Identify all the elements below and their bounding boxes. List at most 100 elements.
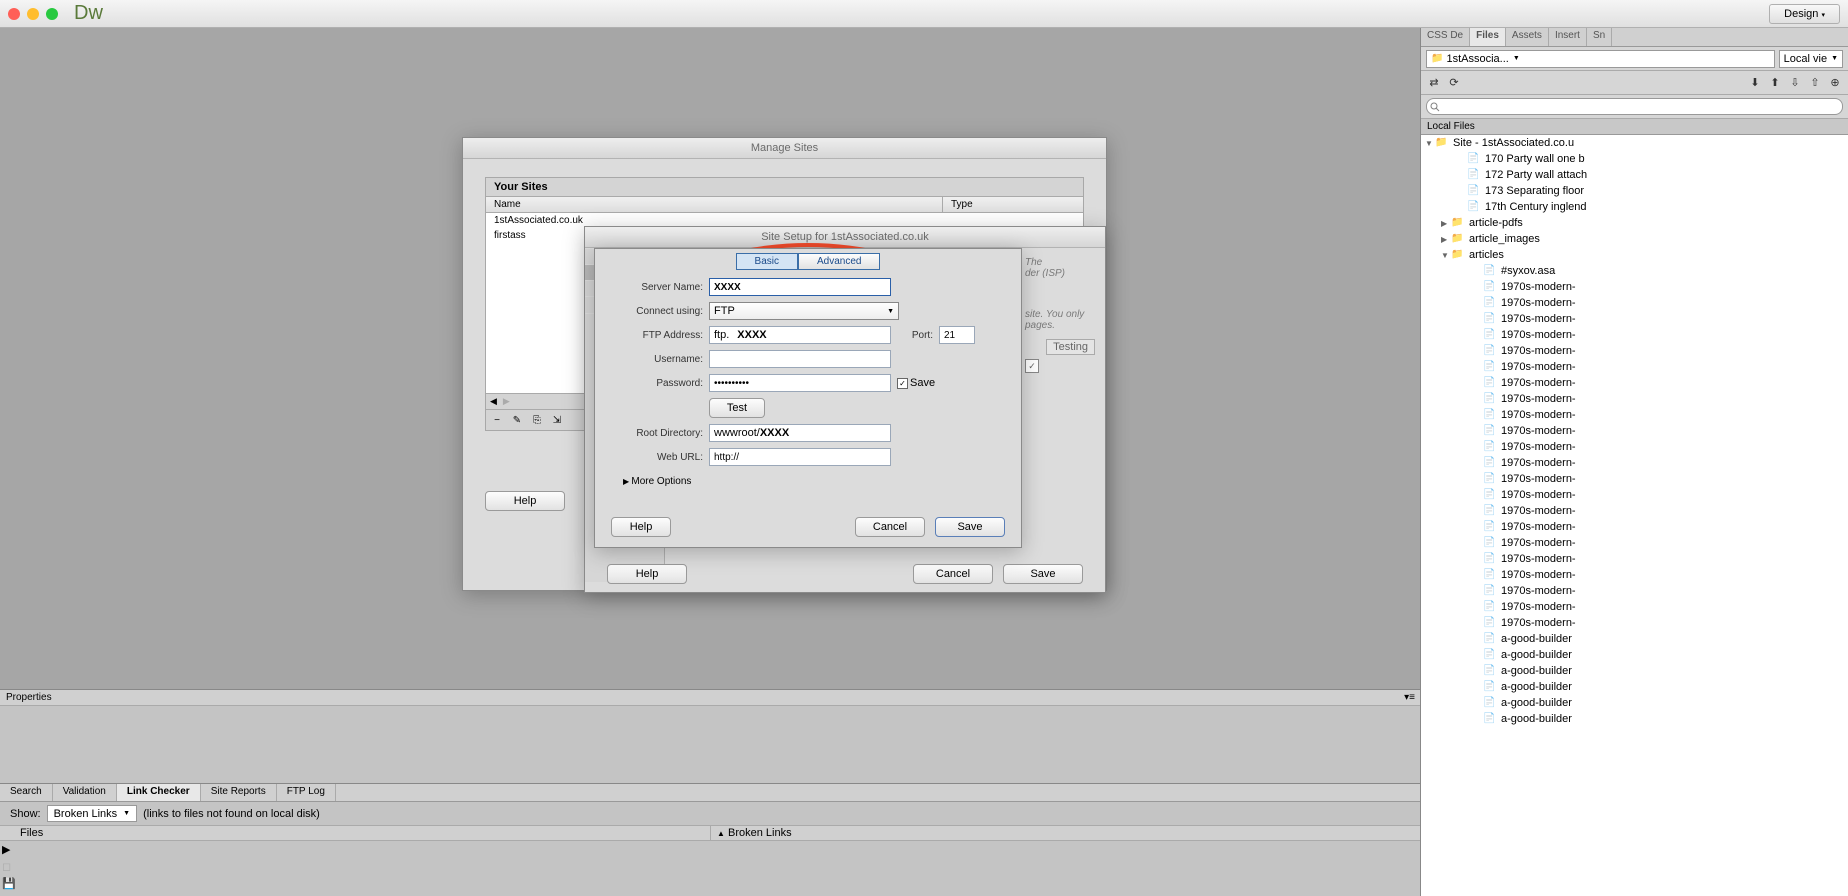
tab-snippets[interactable]: Sn: [1587, 28, 1612, 46]
tab-basic[interactable]: Basic: [736, 253, 798, 270]
get-icon[interactable]: ⬇: [1747, 75, 1763, 91]
tree-item[interactable]: 📄17th Century inglend: [1421, 199, 1848, 215]
tree-item[interactable]: 📄1970s-modern-: [1421, 391, 1848, 407]
password-input[interactable]: [709, 374, 891, 392]
checkin-icon[interactable]: ⇧: [1807, 75, 1823, 91]
tree-item[interactable]: 📄1970s-modern-: [1421, 567, 1848, 583]
properties-title: Properties: [0, 690, 1420, 706]
tree-item[interactable]: 📄a-good-builder: [1421, 647, 1848, 663]
tree-item[interactable]: 📄1970s-modern-: [1421, 551, 1848, 567]
tree-item[interactable]: 📄a-good-builder: [1421, 711, 1848, 727]
test-button[interactable]: Test: [709, 398, 765, 418]
col-type[interactable]: Type: [943, 197, 1083, 212]
setup-cancel-button[interactable]: Cancel: [913, 564, 993, 584]
tab-assets[interactable]: Assets: [1506, 28, 1549, 46]
tree-item[interactable]: 📄a-good-builder: [1421, 663, 1848, 679]
tree-item[interactable]: 📄1970s-modern-: [1421, 311, 1848, 327]
setup-help-button[interactable]: Help: [607, 564, 687, 584]
tab-site-reports[interactable]: Site Reports: [201, 784, 277, 801]
tree-item[interactable]: 📄1970s-modern-: [1421, 519, 1848, 535]
tab-search[interactable]: Search: [0, 784, 53, 801]
tab-validation[interactable]: Validation: [53, 784, 117, 801]
setup-save-button[interactable]: Save: [1003, 564, 1083, 584]
col-name[interactable]: Name: [486, 197, 943, 212]
url-input[interactable]: [709, 448, 891, 466]
edit-site-icon[interactable]: ✎: [508, 412, 526, 428]
connect-dropdown[interactable]: FTP: [709, 302, 899, 320]
col-broken[interactable]: ▲ Broken Links: [710, 826, 1420, 840]
filter-input[interactable]: [1426, 98, 1843, 115]
tree-item[interactable]: ▶📁article-pdfs: [1421, 215, 1848, 231]
zoom-window-icon[interactable]: [46, 8, 58, 20]
show-dropdown[interactable]: Broken Links: [47, 805, 138, 822]
tree-item[interactable]: 📄a-good-builder: [1421, 679, 1848, 695]
tab-insert[interactable]: Insert: [1549, 28, 1587, 46]
tab-ftp-log[interactable]: FTP Log: [277, 784, 336, 801]
tree-item[interactable]: 📄173 Separating floor: [1421, 183, 1848, 199]
username-input[interactable]: [709, 350, 891, 368]
tree-item[interactable]: 📄1970s-modern-: [1421, 503, 1848, 519]
tree-item[interactable]: ▼📁Site - 1stAssociated.co.u: [1421, 135, 1848, 151]
tree-item[interactable]: 📄1970s-modern-: [1421, 343, 1848, 359]
tree-item[interactable]: 📄1970s-modern-: [1421, 455, 1848, 471]
tree-item[interactable]: ▼📁articles: [1421, 247, 1848, 263]
root-input[interactable]: wwwroot/ XXXX: [709, 424, 891, 442]
put-icon[interactable]: ⬆: [1767, 75, 1783, 91]
tree-item[interactable]: 📄1970s-modern-: [1421, 487, 1848, 503]
server-cancel-button[interactable]: Cancel: [855, 517, 925, 537]
tab-link-checker[interactable]: Link Checker: [117, 784, 201, 801]
tree-item[interactable]: 📄1970s-modern-: [1421, 599, 1848, 615]
panel-menu-icon[interactable]: ▾≡: [1404, 692, 1415, 703]
help-button[interactable]: Help: [485, 491, 565, 511]
connect-icon[interactable]: ⇄: [1426, 75, 1442, 91]
tree-item[interactable]: 📄a-good-builder: [1421, 695, 1848, 711]
tab-files[interactable]: Files: [1470, 28, 1506, 46]
testing-checkbox[interactable]: ✓: [1025, 359, 1039, 373]
server-save-button[interactable]: Save: [935, 517, 1005, 537]
tree-item[interactable]: 📄1970s-modern-: [1421, 375, 1848, 391]
tab-css[interactable]: CSS De: [1421, 28, 1470, 46]
tree-item[interactable]: 📄1970s-modern-: [1421, 295, 1848, 311]
tree-item[interactable]: 📄1970s-modern-: [1421, 407, 1848, 423]
tree-item[interactable]: 📄1970s-modern-: [1421, 327, 1848, 343]
sync-icon[interactable]: ⊕: [1827, 75, 1843, 91]
workspace-dropdown[interactable]: Design ▾: [1769, 4, 1840, 24]
site-dropdown[interactable]: 📁 1stAssocia...: [1426, 50, 1775, 68]
tree-item[interactable]: 📄1970s-modern-: [1421, 583, 1848, 599]
tree-item[interactable]: ▶📁article_images: [1421, 231, 1848, 247]
more-options-toggle[interactable]: More Options: [623, 476, 1007, 487]
tree-item[interactable]: 📄1970s-modern-: [1421, 439, 1848, 455]
minimize-window-icon[interactable]: [27, 8, 39, 20]
tree-item[interactable]: 📄1970s-modern-: [1421, 423, 1848, 439]
tree-item[interactable]: 📄170 Party wall one b: [1421, 151, 1848, 167]
close-window-icon[interactable]: [8, 8, 20, 20]
delete-site-icon[interactable]: −: [488, 412, 506, 428]
tree-item[interactable]: 📄a-good-builder: [1421, 631, 1848, 647]
tab-advanced[interactable]: Advanced: [798, 253, 880, 270]
play-icon[interactable]: ▶: [2, 843, 12, 856]
scroll-left-icon[interactable]: ◀: [490, 396, 497, 407]
tree-item[interactable]: 📄172 Party wall attach: [1421, 167, 1848, 183]
duplicate-site-icon[interactable]: ⎘: [528, 412, 546, 428]
tree-item[interactable]: 📄1970s-modern-: [1421, 615, 1848, 631]
export-site-icon[interactable]: ⇲: [548, 412, 566, 428]
server-help-button[interactable]: Help: [611, 517, 671, 537]
tree-item[interactable]: 📄1970s-modern-: [1421, 471, 1848, 487]
scroll-right-icon[interactable]: ▶: [503, 396, 510, 407]
file-tree[interactable]: ▼📁Site - 1stAssociated.co.u📄170 Party wa…: [1421, 135, 1848, 896]
save-password-checkbox[interactable]: ✓Save: [897, 377, 935, 389]
refresh-icon[interactable]: ⟳: [1446, 75, 1462, 91]
tree-item[interactable]: 📄1970s-modern-: [1421, 359, 1848, 375]
tree-item[interactable]: 📄1970s-modern-: [1421, 535, 1848, 551]
checkout-icon[interactable]: ⇩: [1787, 75, 1803, 91]
port-input[interactable]: [939, 326, 975, 344]
root-label: Root Directory:: [609, 428, 709, 439]
server-name-input[interactable]: [709, 278, 891, 296]
save-report-icon[interactable]: 💾: [2, 877, 12, 890]
tree-item[interactable]: 📄1970s-modern-: [1421, 279, 1848, 295]
view-dropdown[interactable]: Local vie: [1779, 50, 1843, 68]
col-files[interactable]: Files: [14, 826, 710, 840]
tree-item[interactable]: 📄#syxov.asa: [1421, 263, 1848, 279]
ftp-input[interactable]: ftp. XXXX: [709, 326, 891, 344]
stop-icon[interactable]: ◻: [2, 860, 12, 873]
